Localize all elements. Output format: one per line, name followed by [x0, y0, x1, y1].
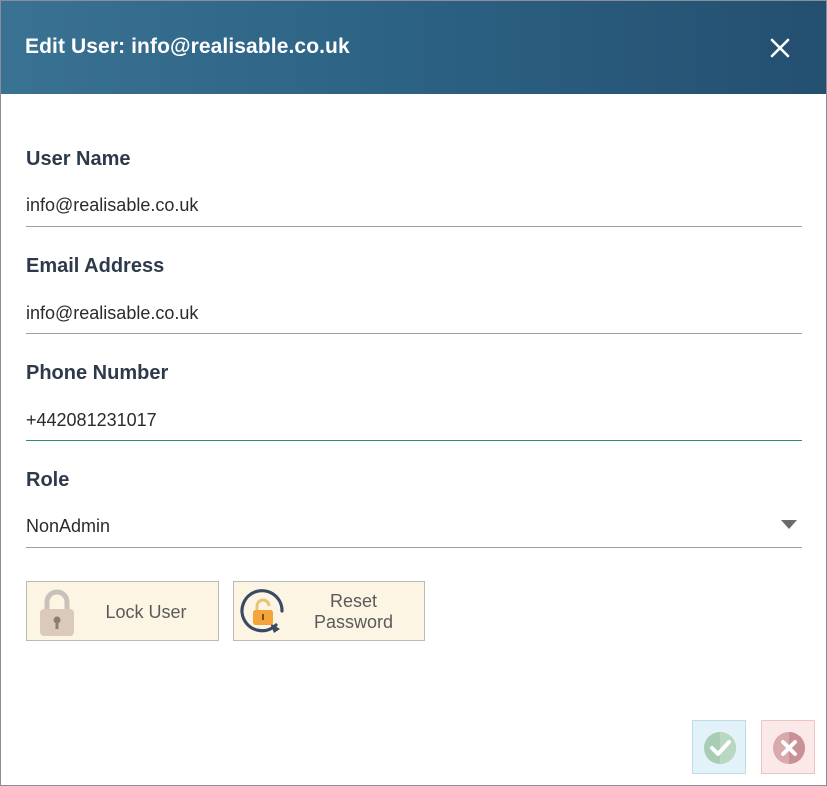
edit-user-dialog: Edit User: info@realisable.co.uk User Na…	[0, 0, 827, 786]
user-name-label: User Name	[26, 148, 131, 170]
user-name-input[interactable]	[26, 194, 802, 216]
chevron-down-icon[interactable]	[781, 520, 797, 529]
reset-password-label: Reset Password	[296, 591, 411, 633]
ok-button[interactable]	[692, 720, 746, 774]
reset-password-icon	[240, 589, 284, 633]
email-label: Email Address	[26, 255, 165, 277]
dialog-title: Edit User: info@realisable.co.uk	[25, 35, 350, 58]
close-icon	[770, 38, 790, 58]
phone-input[interactable]	[26, 409, 802, 431]
phone-underline	[26, 440, 802, 441]
email-input[interactable]	[26, 302, 802, 324]
phone-label: Phone Number	[26, 362, 169, 384]
close-button[interactable]	[767, 35, 793, 61]
lock-user-label: Lock User	[105, 602, 187, 622]
role-select[interactable]: NonAdmin	[26, 516, 802, 538]
reset-password-button[interactable]: Reset Password	[233, 581, 425, 641]
email-underline	[26, 333, 802, 334]
cancel-x-icon	[773, 732, 805, 764]
cancel-button[interactable]	[761, 720, 815, 774]
checkmark-icon	[704, 732, 736, 764]
user-name-underline	[26, 226, 802, 227]
dialog-header: Edit User: info@realisable.co.uk	[1, 1, 826, 94]
reset-password-line2: Password	[313, 612, 394, 632]
padlock-icon	[40, 589, 74, 636]
reset-password-line1: Reset	[329, 591, 378, 611]
lock-user-button[interactable]: Lock User	[26, 581, 219, 641]
role-underline	[26, 547, 802, 548]
role-label: Role	[26, 469, 70, 491]
